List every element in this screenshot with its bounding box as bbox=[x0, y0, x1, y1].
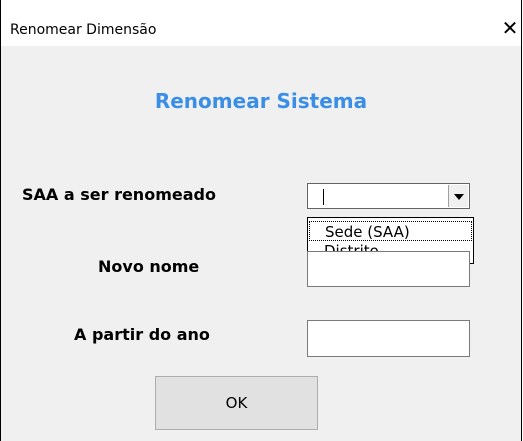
title-bar: Renomear Dimensão ✕ bbox=[1, 0, 521, 46]
text-caret bbox=[323, 189, 324, 205]
saa-combobox[interactable] bbox=[307, 183, 470, 209]
rename-dialog: Renomear Dimensão ✕ Renomear Sistema SAA… bbox=[0, 0, 522, 441]
dialog-heading: Renomear Sistema bbox=[154, 89, 368, 113]
ano-label: A partir do ano bbox=[74, 325, 210, 344]
ano-input[interactable] bbox=[307, 320, 470, 357]
option-sede-saa[interactable]: Sede (SAA) bbox=[309, 221, 472, 241]
dropdown-button[interactable] bbox=[448, 185, 468, 207]
saa-label: SAA a ser renomeado bbox=[22, 185, 216, 204]
novo-nome-label: Novo nome bbox=[98, 257, 200, 276]
ok-button[interactable]: OK bbox=[155, 376, 318, 430]
novo-nome-input[interactable] bbox=[307, 251, 470, 287]
close-icon[interactable]: ✕ bbox=[497, 17, 523, 41]
window-title: Renomear Dimensão bbox=[10, 22, 157, 38]
chevron-down-icon bbox=[454, 194, 464, 200]
